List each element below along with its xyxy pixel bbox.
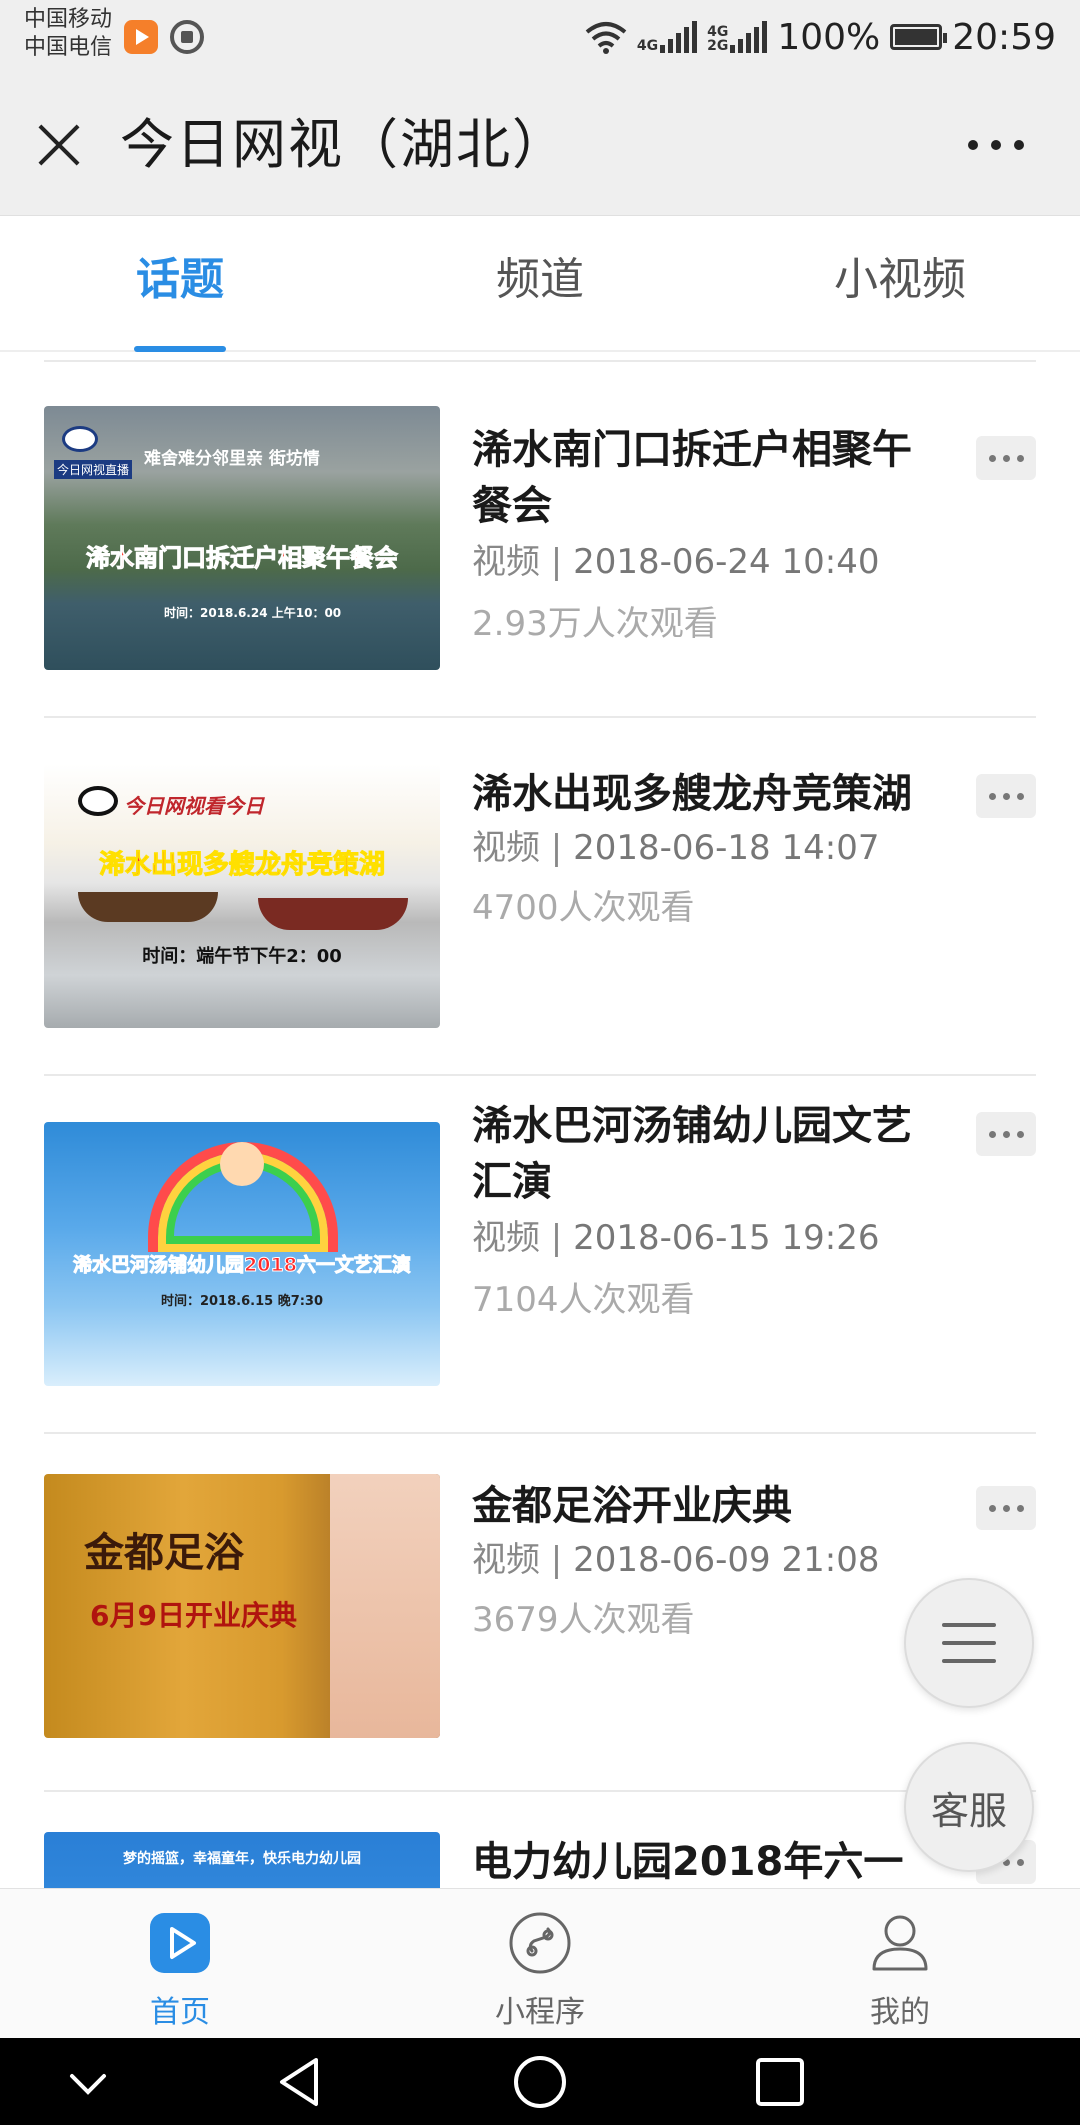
network-type-2: 4G — [707, 24, 729, 40]
video-thumbnail[interactable]: 今日网视看今日 浠水出现多艘龙舟竞策湖 时间：端午节下午2：00 — [44, 764, 440, 1028]
play-icon — [150, 1913, 210, 1973]
system-nav-bar — [0, 2038, 1080, 2125]
customer-service-label: 客服 — [930, 1788, 1007, 1833]
hand-image-icon — [330, 1474, 440, 1738]
thumb-headline: 浠水巴河汤铺幼儿园2018六一文艺汇演 — [73, 1254, 412, 1277]
item-title[interactable]: 浠水出现多艘龙舟竞策湖 — [472, 766, 932, 822]
floating-menu-button[interactable] — [904, 1578, 1034, 1708]
back-icon[interactable] — [274, 2052, 324, 2112]
list-item[interactable]: 今日网视看今日 浠水出现多艘龙舟竞策湖 时间：端午节下午2：00 浠水出现多艘龙… — [44, 720, 1036, 1076]
item-more-button[interactable] — [976, 1112, 1036, 1156]
chevron-down-icon[interactable] — [66, 2052, 110, 2112]
dragon-boat-icon — [258, 898, 408, 930]
thumb-badge: 今日网视看今日 — [124, 794, 264, 818]
menu-icon — [942, 1623, 996, 1663]
more-icon[interactable] — [968, 140, 1024, 152]
thumb-headline: 浠水南门口拆迁户相聚午餐会 — [86, 544, 399, 573]
mini-program-icon — [509, 1912, 571, 1974]
status-bar: 中国移动 中国电信 4G 4G 2G 100% 20:59 — [0, 0, 1080, 74]
dragon-boat-icon — [78, 892, 218, 922]
item-type: 视频 | — [472, 1540, 563, 1580]
list-item[interactable]: 梦的摇篮，幸福童年，快乐电力幼儿园 电力幼儿园2018年六一 — [44, 1794, 1036, 1888]
user-icon — [872, 1915, 928, 1971]
item-date: 2018-06-24 10:40 — [573, 542, 880, 582]
thumb-time: 时间：2018.6.15 晚7:30 — [160, 1294, 324, 1309]
signal-icon — [730, 21, 768, 53]
item-date: 2018-06-15 19:26 — [573, 1218, 880, 1258]
video-thumbnail[interactable]: 金都足浴 6月9日开业庆典 — [44, 1474, 440, 1738]
carrier-info: 中国移动 中国电信 — [24, 6, 112, 62]
item-title[interactable]: 金都足浴开业庆典 — [472, 1478, 932, 1534]
page-title: 今日网视（湖北） — [120, 113, 568, 176]
item-type: 视频 | — [472, 828, 563, 868]
thumb-headline: 浠水出现多艘龙舟竞策湖 — [98, 850, 385, 881]
item-views: 3679人次观看 — [472, 1600, 695, 1640]
tab-bar: 话题 频道 小视频 — [0, 216, 1080, 352]
customer-service-button[interactable]: 客服 — [904, 1742, 1034, 1872]
home-icon[interactable] — [512, 2052, 568, 2112]
child-figure-icon — [220, 1142, 264, 1186]
video-thumbnail[interactable]: 梦的摇篮，幸福童年，快乐电力幼儿园 — [44, 1832, 440, 1888]
clock: 20:59 — [952, 16, 1056, 58]
title-bar: 今日网视（湖北） — [0, 74, 1080, 216]
video-thumbnail[interactable]: 浠水巴河汤铺幼儿园2018六一文艺汇演 时间：2018.6.15 晚7:30 — [44, 1122, 440, 1386]
status-indicators: 4G 4G 2G 100% 20:59 — [585, 12, 1056, 62]
item-type: 视频 | — [472, 1218, 563, 1258]
item-more-button[interactable] — [976, 774, 1036, 818]
battery-percent: 100% — [777, 16, 881, 58]
signal-1: 4G — [636, 21, 698, 54]
close-icon[interactable] — [36, 122, 82, 168]
battery-icon — [890, 24, 948, 50]
item-title[interactable]: 电力幼儿园2018年六一 — [472, 1834, 932, 1888]
item-meta: 视频 | 2018-06-15 19:26 — [472, 1216, 879, 1260]
item-title[interactable]: 浠水南门口拆迁户相聚午餐会 — [472, 422, 932, 534]
item-more-button[interactable] — [976, 436, 1036, 480]
network-type-1: 4G — [636, 38, 659, 54]
bottom-nav: 首页 小程序 我的 — [0, 1888, 1080, 2038]
list-item[interactable]: 今日网视直播 难舍难分邻里亲 街坊情 浠水南门口拆迁户相聚午餐会 时间：2018… — [44, 362, 1036, 718]
thumb-time: 时间：2018.6.24 上午10：00 — [164, 606, 342, 620]
item-meta: 视频 | 2018-06-24 10:40 — [472, 540, 879, 584]
nav-home-label: 首页 — [150, 1995, 210, 2030]
tab-short-videos[interactable]: 小视频 — [720, 216, 1080, 350]
video-app-icon — [124, 20, 158, 54]
item-type: 视频 | — [472, 542, 563, 582]
recent-apps-icon[interactable] — [752, 2052, 808, 2112]
item-meta: 视频 | 2018-06-09 21:08 — [472, 1538, 879, 1582]
item-meta: 视频 | 2018-06-18 14:07 — [472, 826, 879, 870]
nav-me-label: 我的 — [870, 1995, 930, 2030]
item-views: 4700人次观看 — [472, 888, 695, 928]
list-item[interactable]: 浠水巴河汤铺幼儿园2018六一文艺汇演 时间：2018.6.15 晚7:30 浠… — [44, 1078, 1036, 1434]
nav-mini-programs-label: 小程序 — [495, 1995, 585, 2030]
nav-mini-programs[interactable]: 小程序 — [360, 1889, 720, 2038]
list-item[interactable]: 金都足浴 6月9日开业庆典 金都足浴开业庆典 视频 | 2018-06-09 2… — [44, 1436, 1036, 1792]
shield-icon — [170, 20, 204, 54]
item-title[interactable]: 浠水巴河汤铺幼儿园文艺汇演 — [472, 1098, 932, 1210]
thumb-time: 时间：端午节下午2：00 — [142, 946, 342, 967]
carrier-2: 中国电信 — [24, 35, 113, 60]
thumb-badge: 今日网视直播 — [54, 460, 133, 479]
nav-home[interactable]: 首页 — [0, 1889, 360, 2038]
carrier-1: 中国移动 — [24, 7, 113, 32]
signal-icon — [660, 21, 698, 53]
item-date: 2018-06-18 14:07 — [573, 828, 880, 868]
tab-topics[interactable]: 话题 — [0, 216, 360, 352]
item-date: 2018-06-09 21:08 — [573, 1540, 880, 1580]
thumb-headline: 梦的摇篮，幸福童年，快乐电力幼儿园 — [123, 1851, 361, 1867]
network-type-3: 2G — [707, 38, 729, 54]
eye-logo-icon — [78, 786, 118, 816]
thumb-banner: 难舍难分邻里亲 街坊情 — [144, 449, 320, 469]
signal-2: 4G 2G — [707, 21, 768, 54]
nav-me[interactable]: 我的 — [720, 1889, 1080, 2038]
wifi-icon — [585, 22, 627, 54]
item-views: 7104人次观看 — [472, 1280, 695, 1320]
item-more-button[interactable] — [976, 1486, 1036, 1530]
tab-channels[interactable]: 频道 — [360, 216, 720, 350]
item-views: 2.93万人次观看 — [472, 604, 718, 644]
video-thumbnail[interactable]: 今日网视直播 难舍难分邻里亲 街坊情 浠水南门口拆迁户相聚午餐会 时间：2018… — [44, 406, 440, 670]
eye-logo-icon — [62, 426, 98, 452]
